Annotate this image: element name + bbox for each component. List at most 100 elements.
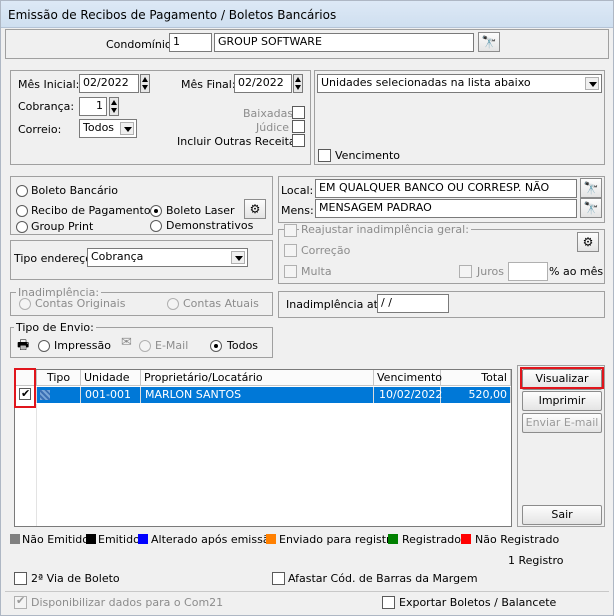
- demonstrativos-radio[interactable]: [150, 220, 162, 232]
- contas-originais-label: Contas Originais: [35, 297, 126, 310]
- incluir-outras-receitas-label: Incluir Outras Receitas: [177, 135, 302, 148]
- mes-inicial-field[interactable]: 02/2022: [79, 74, 139, 93]
- config-button[interactable]: ⚙: [244, 199, 266, 219]
- boleto-bancario-radio[interactable]: [16, 185, 28, 197]
- inadimplencia-ate-field[interactable]: / /: [377, 294, 449, 313]
- mens-field[interactable]: MENSAGEM PADRAO: [315, 199, 577, 218]
- imprimir-button[interactable]: Imprimir: [522, 391, 602, 411]
- incluir-outras-receitas-checkbox[interactable]: [292, 134, 305, 147]
- reajustar-config-button[interactable]: ⚙: [577, 232, 599, 252]
- window-title: Emissão de Recibos de Pagamento / Boleto…: [8, 8, 337, 22]
- grid-col-divider: [36, 404, 37, 526]
- juros-checkbox[interactable]: [459, 265, 472, 278]
- grid-header-proprietario[interactable]: Proprietário/Locatário: [141, 370, 374, 386]
- cobranca-spinner[interactable]: [109, 97, 119, 116]
- printer-icon: 🖶: [17, 338, 30, 353]
- disponibilizar-label: Disponibilizar dados para o Com21: [31, 596, 224, 609]
- contas-atuais-radio[interactable]: [167, 298, 179, 310]
- mens-label: Mens:: [281, 204, 314, 217]
- segunda-via-checkbox[interactable]: [14, 572, 27, 585]
- local-label: Local:: [281, 184, 314, 197]
- legend-registrado: Registrado: [402, 533, 461, 546]
- row-proprietario: MARLON SANTOS: [141, 387, 374, 403]
- exportar-checkbox[interactable]: [382, 596, 395, 609]
- grid-header-total[interactable]: Total: [441, 370, 511, 386]
- vencimento-label: Vencimento: [335, 149, 401, 162]
- chevron-down-icon: [120, 122, 134, 135]
- judice-label: Júdice: [256, 121, 290, 134]
- multa-label: Multa: [301, 265, 332, 278]
- main-window: Emissão de Recibos de Pagamento / Boleto…: [0, 0, 614, 616]
- condominio-label: Condomínio:: [106, 38, 176, 51]
- legend-emitido: Emitido: [98, 533, 140, 546]
- legend-swatch-enviado: [266, 534, 276, 544]
- juros-field[interactable]: [508, 262, 548, 281]
- afastar-checkbox[interactable]: [272, 572, 285, 585]
- row-total: 520,00: [441, 387, 511, 403]
- impressao-radio[interactable]: [38, 340, 50, 352]
- judice-checkbox[interactable]: [292, 120, 305, 133]
- row-vencimento: 10/02/2022: [374, 387, 442, 403]
- sair-button[interactable]: Sair: [522, 505, 602, 525]
- vencimento-checkbox[interactable]: [318, 149, 331, 162]
- boleto-laser-radio[interactable]: [150, 205, 162, 217]
- table-row[interactable]: ✔ 001-001 MARLON SANTOS 10/02/2022 520,0…: [15, 387, 511, 403]
- condominio-code-field[interactable]: 1: [169, 33, 212, 52]
- mes-final-field[interactable]: 02/2022: [234, 74, 292, 93]
- grid-header-tipo[interactable]: Tipo: [37, 370, 81, 386]
- chevron-down-icon: [231, 251, 245, 264]
- tipo-endereco-select[interactable]: Cobrança: [87, 248, 248, 267]
- correcao-checkbox[interactable]: [284, 244, 297, 257]
- reajustar-checkbox[interactable]: [284, 224, 297, 237]
- local-field[interactable]: EM QUALQUER BANCO OU CORRESP. NÃO: [315, 179, 577, 198]
- legend-swatch-registrado: [388, 534, 398, 544]
- group-print-radio[interactable]: [16, 221, 28, 233]
- unidades-select[interactable]: Unidades selecionadas na lista abaixo: [317, 74, 602, 93]
- legend-nao-registrado: Não Registrado: [475, 533, 560, 546]
- local-search-button[interactable]: 🔭: [580, 178, 602, 198]
- settings-icon: ⚙: [249, 202, 261, 216]
- correio-select[interactable]: Todos: [79, 119, 137, 138]
- visualizar-highlight: [520, 367, 604, 389]
- grid-header-vencimento[interactable]: Vencimento: [374, 370, 442, 386]
- mens-search-button[interactable]: 🔭: [580, 198, 602, 218]
- cobranca-field[interactable]: 1: [79, 97, 107, 116]
- grid-header-unidade[interactable]: Unidade: [81, 370, 141, 386]
- boleto-laser-label: Boleto Laser: [166, 204, 235, 217]
- email-radio[interactable]: [139, 340, 151, 352]
- unidades-grid[interactable]: Tipo Unidade Proprietário/Locatário Venc…: [14, 369, 512, 527]
- todos-radio[interactable]: [210, 340, 222, 352]
- binoculars-icon: 🔭: [481, 35, 497, 49]
- search-binoculars-button[interactable]: 🔭: [478, 32, 500, 52]
- recibo-pagamento-radio[interactable]: [16, 205, 28, 217]
- legend-enviado: Enviado para registro: [279, 533, 398, 546]
- mes-inicial-spinner[interactable]: [140, 74, 150, 93]
- reajustar-label: Reajustar inadimplência geral:: [299, 223, 471, 236]
- mes-inicial-label: Mês Inicial:: [18, 78, 80, 91]
- tipo-endereco-value: Cobrança: [91, 250, 144, 263]
- contas-originais-radio[interactable]: [19, 298, 31, 310]
- status-legend: Não Emitido Emitido Alterado após emissã…: [10, 533, 610, 547]
- footer-divider: [5, 591, 609, 592]
- recibo-pagamento-label: Recibo de Pagamento: [31, 204, 151, 217]
- grid-header: Tipo Unidade Proprietário/Locatário Venc…: [15, 370, 511, 386]
- boleto-bancario-label: Boleto Bancário: [31, 184, 118, 197]
- baixadas-checkbox[interactable]: [292, 106, 305, 119]
- exportar-label: Exportar Boletos / Balancete: [399, 596, 557, 609]
- condominio-name-field[interactable]: GROUP SOFTWARE: [214, 33, 474, 52]
- enviar-email-button[interactable]: Enviar E-mail: [522, 413, 602, 433]
- demonstrativos-label: Demonstrativos: [166, 219, 254, 232]
- disponibilizar-checkbox[interactable]: ✔: [14, 594, 27, 609]
- mes-final-spinner[interactable]: [293, 74, 303, 93]
- legend-nao-emitido: Não Emitido: [22, 533, 89, 546]
- settings-icon: ⚙: [582, 235, 594, 249]
- check-column-highlight: [14, 368, 36, 408]
- legend-swatch-nao-registrado: [461, 534, 471, 544]
- tipo-endereco-label: Tipo endereço:: [14, 252, 96, 265]
- correio-label: Correio:: [18, 123, 62, 136]
- correio-value: Todos: [83, 121, 115, 134]
- multa-checkbox[interactable]: [284, 265, 297, 278]
- ao-mes-label: % ao mês: [549, 265, 604, 278]
- legend-swatch-emitido: [86, 534, 96, 544]
- unidades-value: Unidades selecionadas na lista abaixo: [321, 76, 531, 89]
